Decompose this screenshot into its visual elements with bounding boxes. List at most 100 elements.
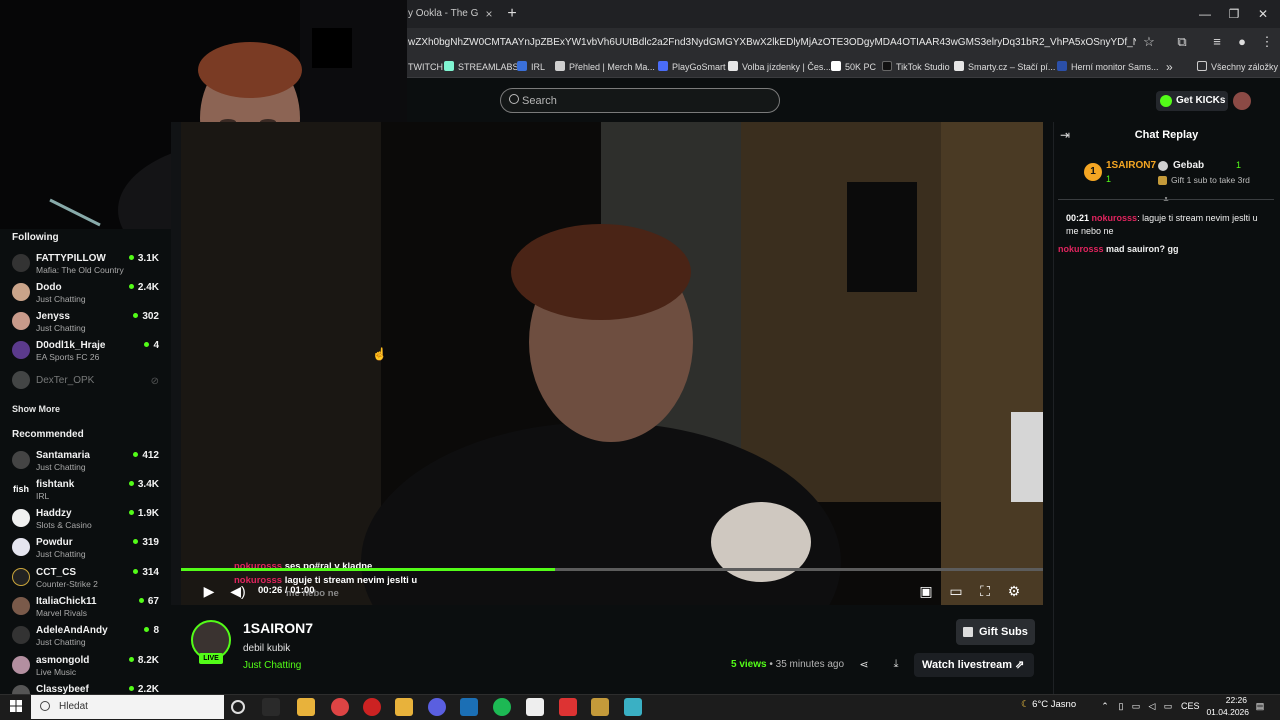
viewer-count: 1.9K: [129, 508, 159, 519]
sidebar-channel-jenyss[interactable]: Jenyss Just Chatting 302: [0, 308, 171, 337]
show-more-link[interactable]: Show More: [12, 404, 60, 414]
tray-chevron-icon[interactable]: ⌃: [1100, 701, 1110, 711]
app-icon[interactable]: [363, 698, 381, 716]
bookmarks-more-icon[interactable]: »: [1166, 58, 1173, 76]
download-icon[interactable]: ⤓: [889, 658, 903, 672]
store-icon[interactable]: [297, 698, 315, 716]
tab-close-icon[interactable]: ×: [482, 6, 496, 22]
new-tab-icon[interactable]: +: [505, 5, 519, 23]
video-player[interactable]: [181, 122, 1043, 605]
stream-category-link[interactable]: Just Chatting: [243, 660, 301, 671]
sidebar-channel-fishtank[interactable]: fish fishtank IRL 3.4K: [0, 476, 171, 505]
channel-category: Mafia: The Old Country: [36, 265, 124, 275]
search-input[interactable]: [522, 89, 762, 112]
watch-livestream-button[interactable]: Watch livestream ⇗: [914, 653, 1034, 677]
bookmark-jizdenky[interactable]: Volba jízdenky | Čes...: [728, 58, 831, 76]
fullscreen-icon[interactable]: ⛶: [977, 583, 993, 599]
pc-icon: [831, 61, 841, 71]
sidebar-channel-dodo[interactable]: Dodo Just Chatting 2.4K: [0, 279, 171, 308]
app-icon[interactable]: [559, 698, 577, 716]
channel-name: Santamaria: [36, 450, 90, 461]
channel-category: Marvel Rivals: [36, 608, 88, 618]
bookmark-streamlabs[interactable]: STREAMLABS: [444, 58, 519, 76]
bookmark-irl[interactable]: IRL: [517, 58, 545, 76]
playback-time: 00:26 / 01:00: [258, 585, 315, 596]
play-icon[interactable]: ▶: [201, 583, 217, 599]
tray-app-icon[interactable]: ▯: [1116, 701, 1126, 711]
notifications-icon[interactable]: ▤: [1253, 701, 1267, 713]
streamer-name[interactable]: 1SAIRON7: [243, 620, 313, 636]
channel-category: EA Sports FC 26: [36, 352, 100, 362]
bookmark-50kpc[interactable]: 50K PC: [831, 58, 876, 76]
sidebar-channel-italiachick11[interactable]: ItaliaChick11 Marvel Rivals 67: [0, 593, 171, 622]
network-icon[interactable]: ▭: [1131, 701, 1141, 711]
media-controls-icon[interactable]: ≡: [1208, 33, 1226, 51]
sidebar-channel-fattypillow[interactable]: FATTYPILLOW Mafia: The Old Country 3.1K: [0, 250, 171, 279]
sidebar-channel-santamaria[interactable]: Santamaria Just Chatting 412: [0, 447, 171, 476]
fishtank-logo-icon: fish: [12, 480, 30, 498]
weather-widget[interactable]: ☾ 6°C Jasno: [1021, 699, 1076, 710]
settings-icon[interactable]: ⚙: [1006, 583, 1022, 599]
url-field[interactable]: wZXh0bgNhZW0CMTAAYnJpZBExYW1vbVh6UUtBdlc…: [408, 34, 1136, 52]
miniplayer-icon[interactable]: ▣: [918, 583, 934, 599]
folder-icon: [1197, 61, 1207, 71]
clock-time[interactable]: 22:26: [1205, 695, 1247, 705]
channel-name: AdeleAndAndy: [36, 625, 108, 636]
chat-message: nokurosss mad sauiron? gg: [1058, 244, 1179, 254]
windows-start-icon[interactable]: [10, 700, 22, 712]
league-icon[interactable]: [591, 698, 609, 716]
extensions-icon[interactable]: ⧉: [1173, 33, 1191, 51]
sidebar-channel-adeleandandy[interactable]: AdeleAndAndy Just Chatting 8: [0, 622, 171, 651]
bookmark-twitch[interactable]: TWITCH: [408, 58, 443, 76]
top-gifter-name[interactable]: 1SAIRON7: [1106, 160, 1156, 171]
task-view-icon[interactable]: [262, 698, 280, 716]
language-indicator[interactable]: CES: [1181, 701, 1200, 711]
sidebar-channel-haddzy[interactable]: Haddzy Slots & Casino 1.9K: [0, 505, 171, 534]
viewer-count: 412: [133, 450, 159, 461]
volume-tray-icon[interactable]: ◁: [1147, 701, 1157, 711]
share-icon[interactable]: ⋖: [858, 658, 870, 672]
discord-icon[interactable]: [428, 698, 446, 716]
browser-menu-icon[interactable]: ⋮: [1258, 33, 1276, 51]
sidebar-channel-d0odl1k[interactable]: D0odl1k_Hraje EA Sports FC 26 4: [0, 337, 171, 366]
sidebar-channel-classybeef[interactable]: Classybeef 2.2K: [0, 681, 171, 694]
bookmark-monitor[interactable]: Herní monitor Sams...: [1057, 58, 1159, 76]
theater-mode-icon[interactable]: ▭: [948, 583, 964, 599]
gift-hint-icon: [1158, 176, 1167, 185]
expand-pinned-icon[interactable]: ⩡: [1160, 194, 1172, 204]
browser-tab-title[interactable]: y Ookla - The Glob: [408, 0, 478, 28]
viewer-count: 2.2K: [129, 684, 159, 694]
avatar: [12, 451, 30, 469]
all-bookmarks[interactable]: Všechny záložky: [1197, 58, 1278, 76]
gifter-name[interactable]: Gebab: [1173, 160, 1204, 171]
chat-message: 00:21 nokurosss: laguje ti stream nevim …: [1066, 213, 1258, 236]
channel-name: CCT_CS: [36, 567, 77, 578]
app-icon[interactable]: [624, 698, 642, 716]
sidebar-channel-dexter[interactable]: DexTer_OPK ⊘: [0, 367, 171, 396]
battery-icon[interactable]: ▭: [1163, 701, 1173, 711]
cortana-icon[interactable]: [231, 700, 245, 714]
bookmark-star-icon[interactable]: ☆: [1140, 33, 1158, 51]
video-frame-edge: [171, 122, 181, 605]
sidebar-channel-asmongold[interactable]: asmongold Live Music 8.2K: [0, 652, 171, 681]
window-close-icon[interactable]: ✕: [1246, 0, 1280, 28]
bookmark-playgosmart[interactable]: PlayGoSmart: [658, 58, 726, 76]
bookmark-merch[interactable]: Přehled | Merch Ma...: [555, 58, 655, 76]
sidebar-channel-cct-cs[interactable]: CCT_CS Counter-Strike 2 314: [0, 564, 171, 593]
capcut-icon[interactable]: [526, 698, 544, 716]
chrome-icon[interactable]: [331, 698, 349, 716]
tiktok-icon: [882, 61, 892, 71]
bookmark-tiktok[interactable]: TikTok Studio: [882, 58, 950, 76]
channel-name: FATTYPILLOW: [36, 253, 106, 264]
clock-date[interactable]: 01.04.2026: [1203, 707, 1249, 717]
sidebar-channel-powdur[interactable]: Powdur Just Chatting 319: [0, 534, 171, 563]
volume-icon[interactable]: ◀): [230, 583, 246, 599]
bookmark-smarty[interactable]: Smarty.cz – Stačí pí...: [954, 58, 1055, 76]
profile-avatar-icon[interactable]: ●: [1233, 33, 1251, 51]
user-avatar[interactable]: [1233, 92, 1251, 110]
file-explorer-icon[interactable]: [395, 698, 413, 716]
channel-name: fishtank: [36, 479, 75, 490]
taskbar-search[interactable]: Hledat: [31, 695, 224, 719]
spotify-icon[interactable]: [493, 698, 511, 716]
steam-icon[interactable]: [460, 698, 478, 716]
